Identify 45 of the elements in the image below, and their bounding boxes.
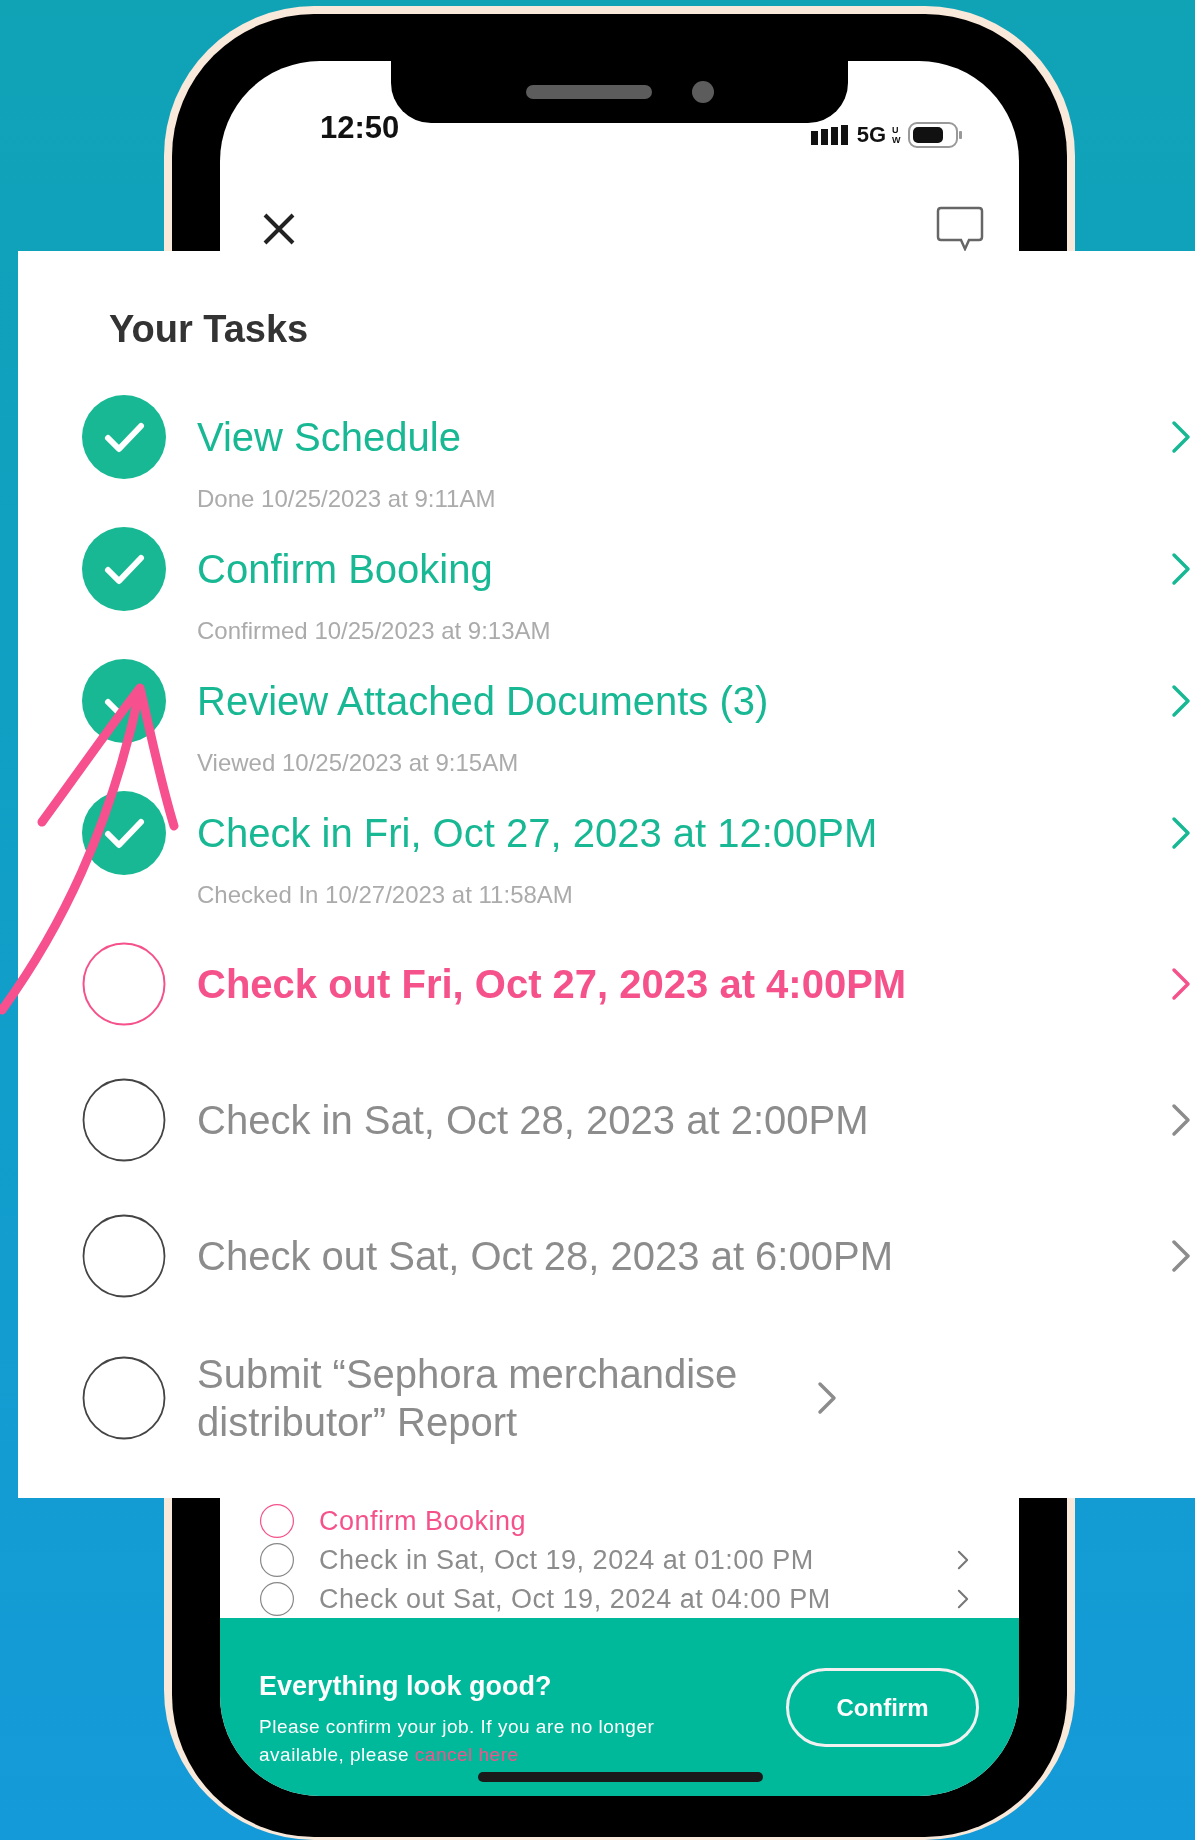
chevron-right-icon[interactable] xyxy=(1171,967,1191,1001)
done-check-icon[interactable] xyxy=(82,791,166,875)
chevron-right-icon[interactable] xyxy=(817,1381,837,1415)
task-title[interactable]: Check in Sat, Oct 28, 2023 at 2:00PM xyxy=(197,1096,1171,1144)
task-title[interactable]: Check in Fri, Oct 27, 2023 at 12:00PM xyxy=(197,809,1171,857)
chevron-right-icon[interactable] xyxy=(957,1550,969,1570)
chevron-right-icon[interactable] xyxy=(1171,816,1191,850)
network-type-label: UW xyxy=(892,124,902,145)
chevron-right-icon[interactable] xyxy=(1171,1103,1191,1137)
chevron-right-icon[interactable] xyxy=(1171,1239,1191,1273)
done-check-icon[interactable] xyxy=(82,659,166,743)
task-title[interactable]: Review Attached Documents (3) xyxy=(197,677,1171,725)
battery-icon xyxy=(908,121,964,148)
network-label: 5G xyxy=(856,121,886,149)
chevron-right-icon[interactable] xyxy=(1171,552,1191,586)
chevron-right-icon[interactable] xyxy=(957,1589,969,1609)
speaker-icon xyxy=(525,85,652,99)
footer-heading: Everything look good? xyxy=(259,1670,553,1703)
camera-icon xyxy=(691,81,714,103)
task-timestamp: Viewed 10/25/2023 at 9:15AM xyxy=(197,749,520,777)
task-title[interactable]: Confirm Booking xyxy=(319,1504,969,1538)
empty-circle-icon[interactable] xyxy=(82,1214,166,1298)
task-timestamp: Done 10/25/2023 at 9:11AM xyxy=(197,485,497,513)
status-time: 12:50 xyxy=(320,108,400,147)
confirm-button[interactable]: Confirm xyxy=(786,1668,979,1747)
chevron-right-icon[interactable] xyxy=(1171,420,1191,454)
card-title: Your Tasks xyxy=(109,307,310,352)
chat-bubble-icon[interactable] xyxy=(935,205,985,253)
task-title[interactable]: Check out Fri, Oct 27, 2023 at 4:00PM xyxy=(197,960,1171,1008)
task-title[interactable]: Submit “Sephora merchandise distributor” Report xyxy=(197,1350,817,1446)
signal-icon xyxy=(810,124,851,145)
task-timestamp: Checked In 10/27/2023 at 11:58AM xyxy=(197,881,574,909)
task-title[interactable]: Check out Sat, Oct 28, 2023 at 6:00PM xyxy=(197,1232,1171,1280)
footer-message: Please confirm your job. If you are no longer available, please cancel here xyxy=(259,1714,656,1767)
empty-circle-icon[interactable] xyxy=(82,1078,166,1162)
empty-circle-icon[interactable] xyxy=(82,1356,166,1440)
close-icon[interactable] xyxy=(262,212,296,246)
task-title[interactable]: Confirm Booking xyxy=(197,545,1171,593)
chevron-right-icon[interactable] xyxy=(1171,684,1191,718)
task-title[interactable]: Check in Sat, Oct 19, 2024 at 01:00 PM xyxy=(319,1543,957,1577)
done-check-icon[interactable] xyxy=(82,527,166,611)
task-title[interactable]: View Schedule xyxy=(197,413,1171,461)
done-check-icon[interactable] xyxy=(82,395,166,479)
task-timestamp: Confirmed 10/25/2023 at 9:13AM xyxy=(197,617,552,645)
task-title[interactable]: Check out Sat, Oct 19, 2024 at 04:00 PM xyxy=(319,1582,957,1616)
